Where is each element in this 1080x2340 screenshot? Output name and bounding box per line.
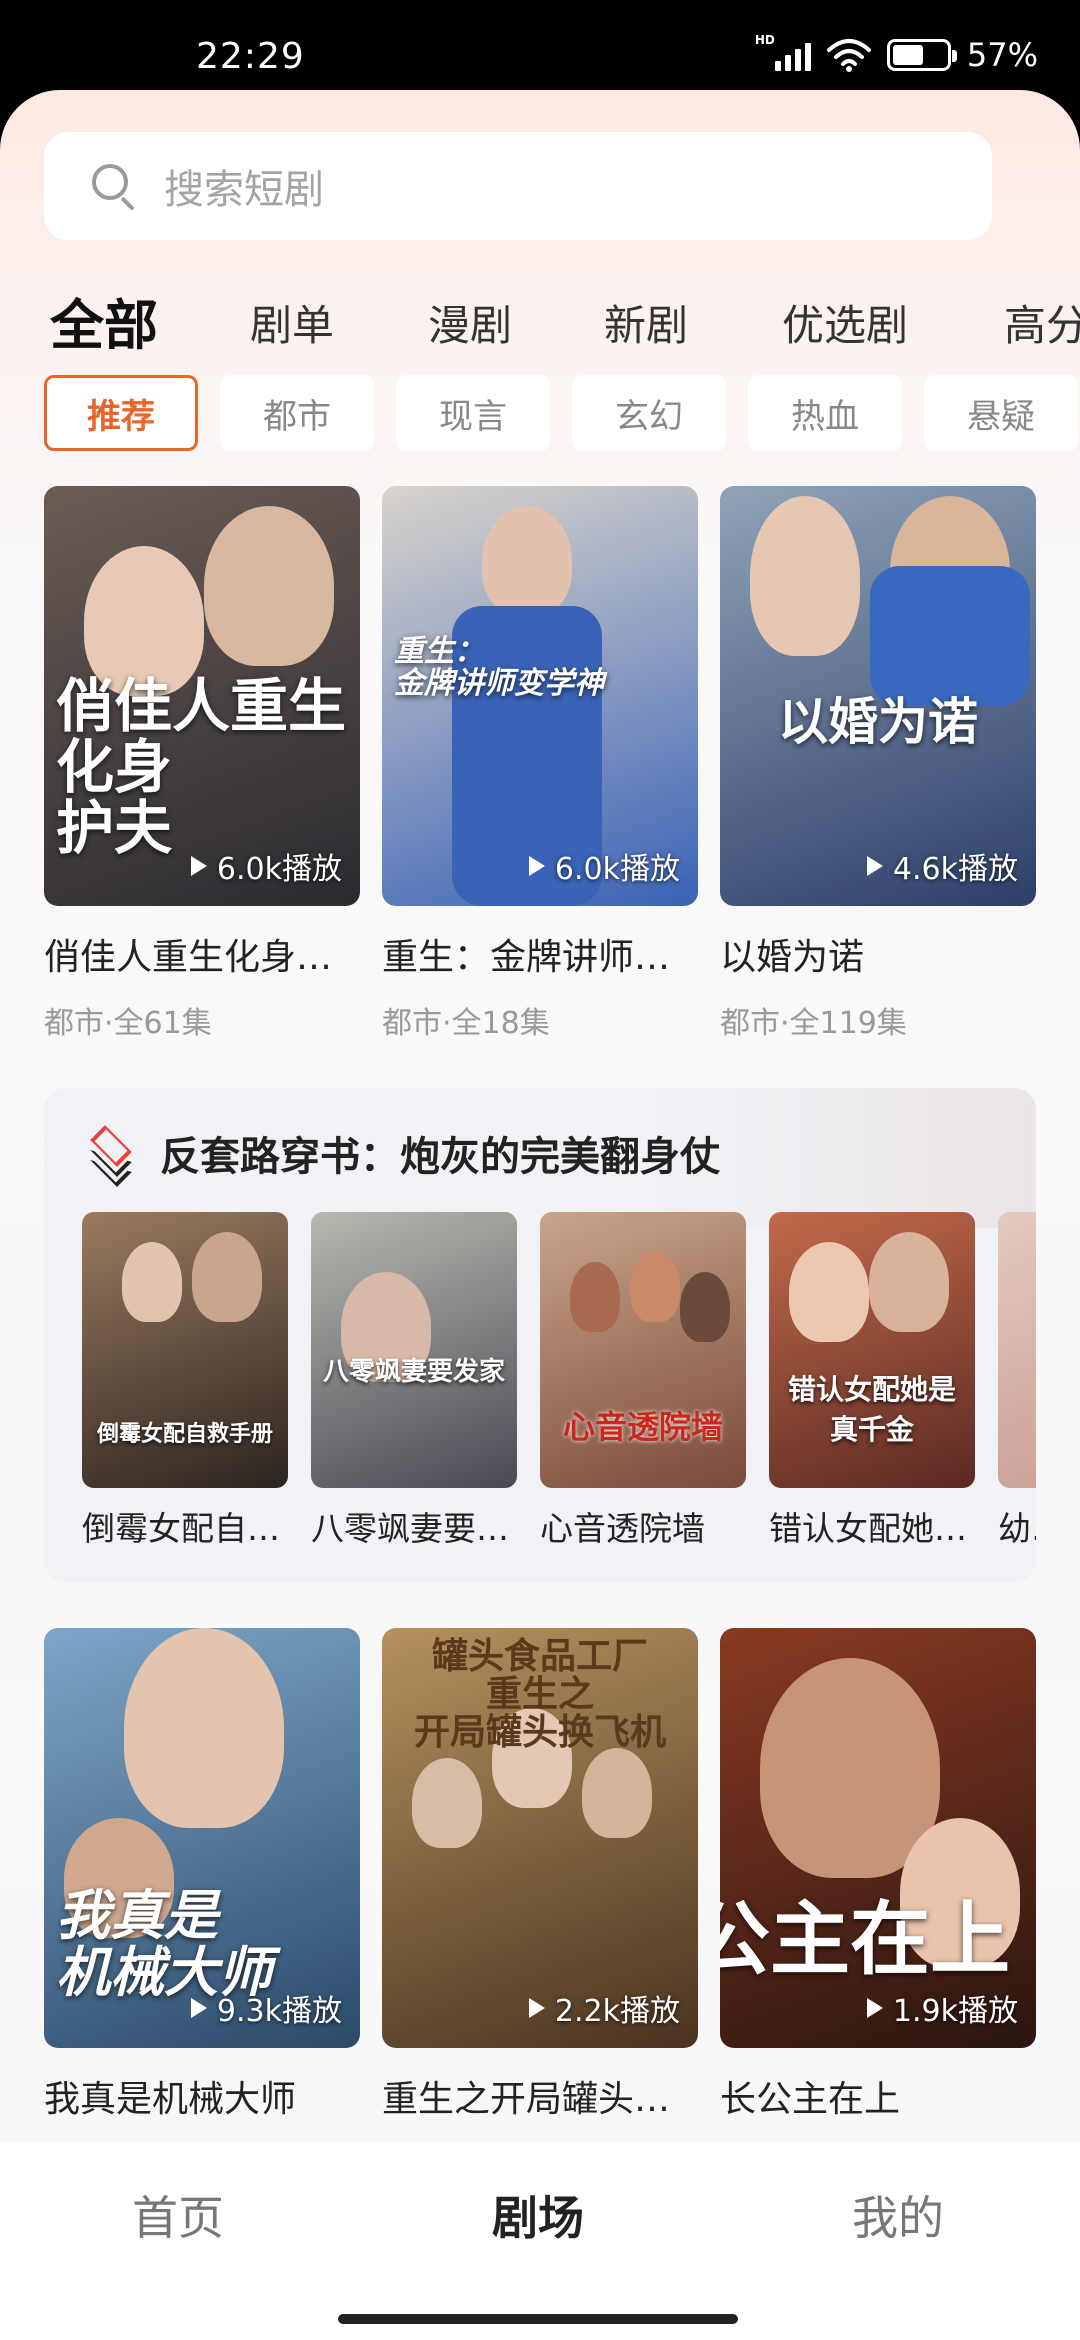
nav-home[interactable]: 首页: [132, 2182, 224, 2248]
poster-title-text: 八零飒妻要发家: [322, 1357, 505, 1387]
poster-title-text: 重生： 金牌讲师变学神: [394, 634, 604, 701]
drama-card[interactable]: 重生： 金牌讲师变学神 6.0k播放 重生：金牌讲师… 都市·全18集: [382, 486, 698, 1042]
battery-icon: [886, 39, 957, 71]
collection-poster[interactable]: [998, 1212, 1036, 1488]
collection-item[interactable]: 八零飒妻要发家 八零飒妻要…: [311, 1212, 517, 1550]
home-indicator[interactable]: [338, 2314, 738, 2324]
genre-urban[interactable]: 都市: [220, 375, 374, 451]
collection-poster[interactable]: 错认女配她是真千金: [769, 1212, 975, 1488]
poster-title-text: 以婚为诺: [778, 693, 978, 751]
drama-poster[interactable]: 重生： 金牌讲师变学神 6.0k播放: [382, 486, 698, 906]
collection-item-title: 八零飒妻要…: [311, 1509, 509, 1548]
play-count: 2.2k播放: [528, 1986, 680, 2030]
collection-poster[interactable]: 八零飒妻要发家: [311, 1212, 517, 1488]
drama-poster[interactable]: 俏佳人重生 化身 护夫 6.0k播放: [44, 486, 360, 906]
status-bar: 22:29 HD 57%: [0, 0, 1080, 92]
poster-title-text: 错认女配她是真千金: [787, 1373, 956, 1446]
play-count: 4.6k播放: [866, 844, 1018, 888]
drama-poster[interactable]: 公主在上 1.9k播放: [720, 1628, 1036, 2048]
search-bar[interactable]: 搜索短剧: [44, 132, 992, 240]
genre-tabs: 推荐 都市 现言 玄幻 热血 悬疑: [0, 375, 1080, 453]
category-tabs: 全部 剧单 漫剧 新剧 优选剧 高分: [0, 286, 1080, 366]
tab-new-drama[interactable]: 新剧: [604, 286, 688, 366]
play-icon: [190, 856, 207, 876]
collection-item-title: 幼…: [998, 1509, 1036, 1548]
battery-percent: 57%: [966, 36, 1038, 74]
collection-item[interactable]: 幼…: [998, 1212, 1036, 1550]
drama-poster[interactable]: 我真是 机械大师 9.3k播放: [44, 1628, 360, 2048]
poster-title-text: 公主在上: [720, 1893, 1010, 1986]
drama-meta: 都市·全61集: [44, 1006, 212, 1041]
play-count: 1.9k播放: [866, 1986, 1018, 2030]
layers-icon: [86, 1125, 138, 1187]
status-time: 22:29: [196, 36, 305, 77]
drama-poster[interactable]: 罐头食品工厂 重生之 开局罐头换飞机 2.2k播放: [382, 1628, 698, 2048]
collection-item-title: 错认女配她…: [769, 1509, 967, 1548]
poster-title-text: 倒霉女配自救手册: [96, 1422, 273, 1447]
cellular-signal-icon: HD: [755, 33, 811, 71]
collection-item[interactable]: 心音透院墙 心音透院墙: [540, 1212, 746, 1550]
tab-playlist[interactable]: 剧单: [250, 286, 334, 366]
play-count: 6.0k播放: [190, 844, 342, 888]
tab-selected-drama[interactable]: 优选剧: [782, 286, 908, 366]
drama-card[interactable]: 我真是 机械大师 9.3k播放 我真是机械大师: [44, 1628, 360, 2122]
drama-poster[interactable]: 以婚为诺 4.6k播放: [720, 486, 1036, 906]
drama-title: 以婚为诺: [720, 937, 865, 978]
play-icon: [190, 1998, 207, 2018]
drama-title: 长公主在上: [720, 2079, 901, 2120]
search-placeholder: 搜索短剧: [164, 167, 324, 213]
bottom-navigation: 首页 剧场 我的: [0, 2142, 1080, 2340]
collection-item-title: 心音透院墙: [540, 1509, 705, 1548]
poster-title-text: 罐头食品工厂 重生之 开局罐头换飞机: [413, 1636, 666, 1753]
drama-card[interactable]: 以婚为诺 4.6k播放 以婚为诺 都市·全119集: [720, 486, 1036, 1042]
poster-title-text: 心音透院墙: [562, 1408, 723, 1446]
play-icon: [528, 856, 545, 876]
nav-mine[interactable]: 我的: [852, 2182, 944, 2248]
drama-card[interactable]: 罐头食品工厂 重生之 开局罐头换飞机 2.2k播放 重生之开局罐头…: [382, 1628, 698, 2122]
collection-title: 反套路穿书：炮灰的完美翻身仗: [160, 1134, 720, 1180]
collection-poster[interactable]: 心音透院墙: [540, 1212, 746, 1488]
play-count: 6.0k播放: [528, 844, 680, 888]
drama-title: 我真是机械大师: [44, 2079, 297, 2120]
genre-recommended[interactable]: 推荐: [44, 375, 198, 451]
drama-meta: 都市·全119集: [720, 1006, 907, 1041]
genre-mystery[interactable]: 悬疑: [924, 375, 1078, 451]
play-icon: [866, 856, 883, 876]
tab-high-score[interactable]: 高分: [1004, 286, 1080, 366]
poster-title-text: 我真是 机械大师: [56, 1884, 272, 2004]
collection-item[interactable]: 错认女配她是真千金 错认女配她…: [769, 1212, 975, 1550]
theater-page: 搜索短剧 全部 剧单 漫剧 新剧 优选剧 高分 推荐 都市 现言 玄幻 热血 悬…: [0, 90, 1080, 2340]
drama-grid-row-2: 我真是 机械大师 9.3k播放 我真是机械大师 罐头食品工厂 重生之 开局罐头换…: [44, 1628, 1044, 2148]
tab-all[interactable]: 全部: [50, 286, 158, 366]
play-count: 9.3k播放: [190, 1986, 342, 2030]
collection-item[interactable]: 倒霉女配自救手册 倒霉女配自…: [82, 1212, 288, 1550]
play-icon: [528, 1998, 545, 2018]
tab-comic-drama[interactable]: 漫剧: [428, 286, 512, 366]
nav-theater[interactable]: 剧场: [492, 2182, 584, 2248]
drama-meta: 都市·全18集: [382, 1006, 550, 1041]
drama-collection: 反套路穿书：炮灰的完美翻身仗 倒霉女配自救手册 倒霉女配自… 八零飒妻要发家 八…: [44, 1088, 1036, 1582]
wifi-icon: [826, 39, 871, 72]
poster-title-text: 俏佳人重生 化身 护夫: [56, 672, 347, 862]
drama-title: 重生之开局罐头…: [382, 2079, 671, 2120]
drama-title: 俏佳人重生化身…: [44, 937, 333, 978]
status-icons: HD 57%: [755, 33, 1038, 74]
collection-header[interactable]: 反套路穿书：炮灰的完美翻身仗: [86, 1124, 720, 1187]
drama-card[interactable]: 俏佳人重生 化身 护夫 6.0k播放 俏佳人重生化身… 都市·全61集: [44, 486, 360, 1042]
genre-fantasy[interactable]: 玄幻: [572, 375, 726, 451]
drama-grid-row-1: 俏佳人重生 化身 护夫 6.0k播放 俏佳人重生化身… 都市·全61集 重生： …: [44, 486, 1044, 1046]
collection-items: 倒霉女配自救手册 倒霉女配自… 八零飒妻要发家 八零飒妻要… 心音透院墙 心音透…: [82, 1212, 1036, 1552]
search-icon: [92, 164, 136, 211]
drama-card[interactable]: 公主在上 1.9k播放 长公主在上: [720, 1628, 1036, 2122]
genre-action[interactable]: 热血: [748, 375, 902, 451]
collection-item-title: 倒霉女配自…: [82, 1509, 280, 1548]
play-icon: [866, 1998, 883, 2018]
drama-title: 重生：金牌讲师…: [382, 937, 671, 978]
genre-modern-romance[interactable]: 现言: [396, 375, 550, 451]
collection-poster[interactable]: 倒霉女配自救手册: [82, 1212, 288, 1488]
